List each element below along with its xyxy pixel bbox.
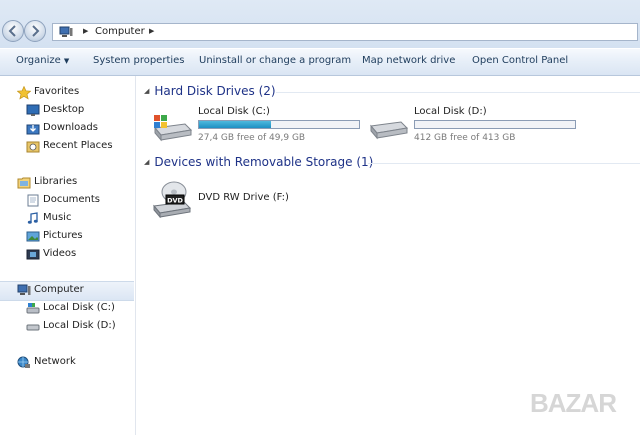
drive-name-c: Local Disk (C:) <box>198 106 270 117</box>
address-field[interactable]: ▶ Computer ▶ <box>52 23 638 41</box>
back-button[interactable] <box>2 20 24 42</box>
hard-drive-windows-icon <box>26 303 40 314</box>
content-pane: ◢ Hard Disk Drives (2) Local Disk (C:) 27… <box>136 76 640 435</box>
organize-label: Organize <box>16 55 61 66</box>
organize-button[interactable]: Organize ▼ <box>16 55 69 66</box>
recent-places-icon <box>26 141 40 153</box>
nav-label-documents: Documents <box>43 194 101 205</box>
drive-tile-c[interactable]: Local Disk (C:) 27,4 GB free of 49,9 GB <box>152 106 362 148</box>
command-bar: Organize ▼ System properties Uninstall or… <box>0 49 640 76</box>
chevron-down-icon: ▼ <box>63 57 70 65</box>
forward-button[interactable] <box>24 20 46 42</box>
breadcrumb-separator[interactable]: ▶ <box>83 27 88 35</box>
group-divider <box>368 163 640 164</box>
drive-free-text-c: 27,4 GB free of 49,9 GB <box>198 133 306 143</box>
nav-label-recent-places: Recent Places <box>43 140 113 151</box>
star-icon <box>17 86 31 100</box>
nav-label-computer: Computer <box>34 284 84 295</box>
group-divider <box>276 92 640 93</box>
bazar-watermark-logo: BAZAR <box>530 388 617 418</box>
uninstall-program-button[interactable]: Uninstall or change a program <box>199 55 351 66</box>
map-network-drive-button[interactable]: Map network drive <box>362 55 455 66</box>
nav-label-videos: Videos <box>43 248 77 259</box>
music-note-icon <box>27 212 38 224</box>
documents-icon <box>27 194 39 207</box>
hard-drive-windows-icon <box>154 115 192 142</box>
drive-name-d: Local Disk (D:) <box>414 106 487 117</box>
usage-bar-d <box>414 120 576 129</box>
nav-label-network: Network <box>34 356 76 367</box>
nav-label-local-d: Local Disk (D:) <box>43 320 116 331</box>
desktop-icon <box>26 104 40 116</box>
drive-name-dvd: DVD RW Drive (F:) <box>198 192 289 203</box>
nav-label-desktop: Desktop <box>43 104 85 115</box>
system-properties-button[interactable]: System properties <box>93 55 185 66</box>
network-icon <box>17 356 30 368</box>
dvd-drive-icon: DVD <box>153 181 192 218</box>
videos-icon <box>26 249 40 260</box>
arrow-right-icon <box>32 25 40 37</box>
downloads-folder-icon <box>26 124 40 135</box>
hard-drive-icon <box>26 324 40 331</box>
drive-tile-d[interactable]: Local Disk (D:) 412 GB free of 413 GB <box>368 106 578 148</box>
open-control-panel-button[interactable]: Open Control Panel <box>472 55 568 66</box>
nav-label-local-c: Local Disk (C:) <box>43 302 115 313</box>
drive-free-text-d: 412 GB free of 413 GB <box>414 133 516 143</box>
breadcrumb-computer[interactable]: Computer <box>95 26 145 37</box>
collapse-triangle-icon: ◢ <box>144 158 150 166</box>
computer-icon <box>59 26 73 37</box>
pictures-icon <box>26 231 40 242</box>
nav-label-music: Music <box>43 212 72 223</box>
group-title-removable: Devices with Removable Storage (1) <box>154 155 374 169</box>
nav-label-pictures: Pictures <box>43 230 83 241</box>
nav-label-libraries: Libraries <box>34 176 78 187</box>
usage-bar-fill-c <box>199 121 271 128</box>
group-header-hard-disk-drives[interactable]: ◢ Hard Disk Drives (2) <box>144 84 276 98</box>
nav-label-favorites: Favorites <box>34 86 80 97</box>
collapse-triangle-icon: ◢ <box>144 87 150 95</box>
nav-label-downloads: Downloads <box>43 122 98 133</box>
drive-tile-dvd[interactable]: DVD DVD RW Drive (F:) <box>152 180 322 220</box>
arrow-left-icon <box>8 25 16 37</box>
usage-bar-c <box>198 120 360 129</box>
group-title-hdd: Hard Disk Drives (2) <box>154 84 276 98</box>
computer-icon <box>17 284 31 295</box>
dvd-logo-text: DVD <box>167 197 183 205</box>
group-header-removable-storage[interactable]: ◢ Devices with Removable Storage (1) <box>144 155 373 169</box>
address-bar: ▶ Computer ▶ <box>0 0 640 48</box>
hard-drive-icon <box>370 121 408 140</box>
navigation-pane: Favorites Desktop Downloads Recent Place… <box>0 76 136 435</box>
libraries-icon <box>17 177 31 189</box>
breadcrumb-arrow[interactable]: ▶ <box>149 27 154 35</box>
